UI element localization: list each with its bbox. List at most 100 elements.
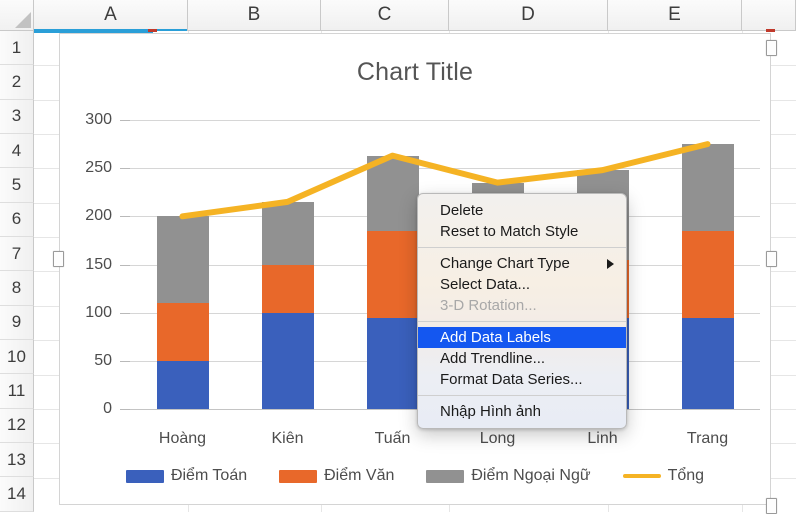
row-header-11[interactable]: 11: [0, 374, 34, 409]
legend-line-swatch: [622, 474, 661, 478]
chart-bar-segment[interactable]: [682, 231, 734, 318]
x-axis-category-label: Linh: [587, 430, 618, 447]
column-header-e[interactable]: E: [608, 0, 742, 31]
row-header-label: 3: [11, 106, 22, 126]
row-header-label: 9: [11, 312, 22, 332]
chart-object[interactable]: Chart Title 0 50 100 150 200 250 300 Hoàng Kiên T…: [59, 33, 771, 505]
row-header-4[interactable]: 4: [0, 134, 34, 169]
column-header-row: A B C D E: [34, 0, 796, 31]
row-header-12[interactable]: 12: [0, 408, 34, 444]
x-axis-category-label: Hoàng: [158, 430, 207, 447]
chart-resize-handle-top-right[interactable]: [766, 40, 777, 56]
chart-anchor-marker-right: [766, 29, 775, 32]
y-axis-tick-mark: [120, 168, 130, 169]
context-menu-item[interactable]: Nhập Hình ảnh: [418, 401, 626, 422]
y-axis-tick-label: 0: [103, 400, 112, 417]
y-axis-tick-label: 300: [85, 111, 112, 128]
chart-bar-segment[interactable]: [367, 231, 419, 318]
row-header-5[interactable]: 5: [0, 168, 34, 203]
context-menu-item-label: Add Trendline...: [440, 350, 546, 367]
column-header-f-partial[interactable]: [742, 0, 796, 31]
row-header-label: 6: [11, 209, 22, 229]
y-axis-tick-mark: [120, 409, 130, 410]
legend-item[interactable]: Điểm Văn: [279, 467, 394, 485]
y-axis-tick-mark: [120, 361, 130, 362]
context-menu-item[interactable]: Format Data Series...: [418, 369, 626, 390]
legend-item[interactable]: Tổng: [622, 467, 705, 485]
column-header-label: E: [668, 4, 681, 25]
row-header-10[interactable]: 10: [0, 340, 34, 375]
legend-label: Điểm Văn: [324, 467, 395, 484]
context-menu-item-label: Reset to Match Style: [440, 223, 579, 240]
row-header-14[interactable]: 14: [0, 477, 34, 512]
chart-bar-segment[interactable]: [157, 216, 209, 303]
column-header-d[interactable]: D: [449, 0, 608, 31]
row-header-label: 2: [11, 72, 22, 92]
row-header-9[interactable]: 9: [0, 305, 34, 341]
row-header-label: 14: [7, 484, 26, 504]
y-axis-tick-mark: [120, 216, 130, 217]
chart-bar-segment[interactable]: [367, 156, 419, 231]
context-menu-item[interactable]: Reset to Match Style: [418, 221, 626, 242]
row-header-label: 11: [7, 381, 26, 401]
column-header-c[interactable]: C: [321, 0, 449, 31]
legend-item[interactable]: Điểm Toán: [125, 467, 247, 485]
chart-gridline: [130, 168, 760, 169]
context-menu-item-label: Delete: [440, 202, 484, 219]
legend-color-swatch: [125, 469, 164, 483]
context-menu-separator: [418, 395, 626, 396]
row-header-label: 4: [11, 140, 22, 160]
y-axis-tick-label: 50: [94, 351, 112, 369]
chart-resize-handle-middle-right[interactable]: [766, 251, 777, 267]
row-header-2[interactable]: 2: [0, 65, 34, 100]
context-menu-item: 3-D Rotation...: [418, 295, 626, 316]
chart-bar-segment[interactable]: [682, 317, 734, 409]
chart-bar-segment[interactable]: [262, 202, 314, 265]
legend-label: Điểm Ngoại Ngữ: [471, 467, 591, 484]
y-axis-tick-mark: [120, 120, 130, 121]
y-axis-tick-label: 250: [85, 159, 112, 177]
chart-bar-segment[interactable]: [682, 144, 734, 231]
chart-gridline: [130, 120, 760, 121]
legend-item[interactable]: Điểm Ngoại Ngữ: [426, 467, 591, 485]
chart-legend[interactable]: Điểm Toán Điểm Văn Điểm Ngoại Ngữ Tổng: [60, 462, 770, 490]
legend-color-swatch: [426, 469, 465, 483]
column-header-label: B: [247, 4, 261, 25]
row-header-13[interactable]: 13: [0, 443, 34, 478]
chart-bar-segment[interactable]: [262, 313, 314, 409]
submenu-arrow-icon: [607, 258, 614, 269]
row-header-1[interactable]: 1: [0, 31, 34, 66]
context-menu-item[interactable]: Select Data...: [418, 274, 626, 295]
chart-bar-segment[interactable]: [157, 303, 209, 361]
row-header-7[interactable]: 7: [0, 237, 34, 272]
chart-bar-segment[interactable]: [157, 361, 209, 409]
y-axis-tick-label: 100: [85, 303, 112, 321]
context-menu-item[interactable]: Add Trendline...: [418, 348, 626, 369]
y-axis-tick-label: 150: [85, 255, 112, 273]
chart-bar-segment[interactable]: [367, 317, 419, 409]
row-header-8[interactable]: 8: [0, 271, 34, 306]
context-menu-item-label: Change Chart Type: [440, 255, 570, 272]
context-menu-item[interactable]: Delete: [418, 200, 626, 221]
y-axis-tick-label: 200: [85, 207, 112, 225]
row-header-6[interactable]: 6: [0, 202, 34, 238]
excel-worksheet-window: ABCDE 1 2 3 4 5 6 7 8 9 10 11 12 13 14 Chart Title 05…: [0, 0, 796, 514]
chart-anchor-marker-left: [148, 29, 157, 32]
chart-plot-area[interactable]: 0 50 100 150 200 250 300 Hoàng Kiên Tuấn Long Linh T…: [60, 34, 770, 504]
row-header-3[interactable]: 3: [0, 99, 34, 135]
select-all-corner[interactable]: [0, 0, 34, 31]
column-header-label: C: [377, 4, 392, 25]
chart-context-menu[interactable]: Delete Reset to Match Style Change Chart T…: [417, 193, 627, 429]
legend-label: Tổng: [667, 467, 705, 484]
context-menu-separator: [418, 247, 626, 248]
column-header-label: A: [104, 4, 117, 25]
column-header-b[interactable]: B: [188, 0, 321, 31]
context-menu-item-label: Nhập Hình ảnh: [440, 403, 541, 420]
context-menu-item-label: Format Data Series...: [440, 371, 583, 388]
x-axis-category-label: Trang: [686, 430, 729, 447]
chart-resize-handle-middle-left[interactable]: [53, 251, 64, 267]
chart-bar-segment[interactable]: [262, 265, 314, 313]
context-menu-item[interactable]: Change Chart Type: [418, 253, 626, 274]
context-menu-item[interactable]: Add Data Labels: [418, 327, 626, 348]
column-header-a[interactable]: A: [34, 0, 188, 31]
